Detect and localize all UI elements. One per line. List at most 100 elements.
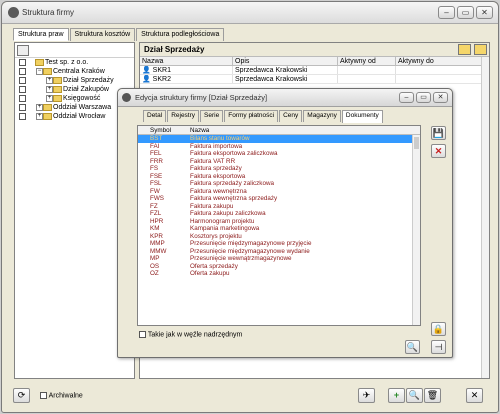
search-icon[interactable]: 🔍 xyxy=(406,388,423,403)
dialog-tab[interactable]: Magazyny xyxy=(303,110,341,122)
list-scrollbar[interactable] xyxy=(412,135,420,325)
tree-checkbox[interactable] xyxy=(19,94,26,102)
doc-symbol: FZL xyxy=(150,210,162,217)
doc-symbol: OS xyxy=(150,262,160,270)
expand-icon[interactable]: + xyxy=(36,103,43,111)
search-icon[interactable]: 🔍 xyxy=(405,340,420,354)
expand-icon[interactable]: + xyxy=(46,85,53,93)
col-aktywny-od[interactable]: Aktywny od xyxy=(338,57,396,65)
row-from xyxy=(338,66,396,74)
folder-icon[interactable] xyxy=(458,44,471,55)
expand-icon[interactable]: + xyxy=(46,76,53,84)
panel-scrollbar[interactable] xyxy=(481,57,489,378)
expand-icon[interactable]: + xyxy=(46,94,53,102)
list-item[interactable]: KM Kampania marketingowa xyxy=(138,225,420,233)
folder-icon xyxy=(43,112,52,120)
row-to xyxy=(396,66,483,74)
expand-icon[interactable]: − xyxy=(36,67,43,75)
tree-node-label: Dział Sprzedaży xyxy=(63,77,114,84)
tree-checkbox[interactable] xyxy=(19,67,26,75)
window-title: Struktura firmy xyxy=(22,8,75,17)
doc-symbol: MMW xyxy=(150,247,167,255)
tree-checkbox[interactable] xyxy=(19,76,26,84)
folder-up-icon[interactable] xyxy=(474,44,487,55)
import-icon[interactable]: ✈ xyxy=(358,388,375,403)
tab-struktura-podleglosciowa[interactable]: Struktura podległościowa xyxy=(136,28,225,41)
list-item[interactable]: HPR Harmonogram projektu xyxy=(138,218,420,226)
documents-list[interactable]: Symbol Nazwa BST Bilans stanu towarów FAI F… xyxy=(137,125,421,326)
col-aktywny-do[interactable]: Aktywny do xyxy=(396,57,483,65)
dialog-title-bar: Edycja struktury firmy [Dział Sprzedaży]… xyxy=(118,89,452,107)
dialog-maximize-button[interactable]: ▭ xyxy=(416,92,431,103)
doc-symbol: FW xyxy=(150,187,160,195)
list-item[interactable]: FRR Faktura VAT RR xyxy=(138,158,420,166)
list-item[interactable]: MP Przesunięcie wewnątrzmagazynowe xyxy=(138,255,420,263)
tree-node[interactable]: Test sp. z o.o. xyxy=(15,58,134,67)
dialog-tab[interactable]: Detal xyxy=(143,110,167,122)
cancel-icon[interactable]: ✕ xyxy=(431,144,446,158)
list-item[interactable]: MMW Przesunięcie międzymagazynowe wydanie xyxy=(138,248,420,256)
expand-icon[interactable]: + xyxy=(36,112,43,120)
add-icon[interactable]: + xyxy=(388,388,405,403)
list-item[interactable]: FEL Faktura eksportowa zaliczkowa xyxy=(138,150,420,158)
list-item[interactable]: FZ Faktura zakupu xyxy=(138,203,420,211)
list-item[interactable]: KPR Kosztorys projektu xyxy=(138,233,420,241)
refresh-icon[interactable]: ⟳ xyxy=(13,388,30,403)
tree-node[interactable]: − Centrala Kraków xyxy=(15,67,134,76)
dialog-minimize-button[interactable]: – xyxy=(399,92,414,103)
list-item[interactable]: FS Faktura sprzedaży xyxy=(138,165,420,173)
tree-node-label: Oddział Wrocław xyxy=(53,113,106,120)
tree-checkbox[interactable] xyxy=(19,112,26,120)
list-item[interactable]: OS Oferta sprzedaży xyxy=(138,263,420,271)
close-button[interactable]: ✕ xyxy=(476,6,493,19)
dialog-tab[interactable]: Formy płatności xyxy=(224,110,279,122)
tree-checkbox[interactable] xyxy=(19,58,26,66)
minimize-button[interactable]: – xyxy=(438,6,455,19)
list-item[interactable]: FAI Faktura importowa xyxy=(138,143,420,151)
table-row[interactable]: 👤 SKR1 Sprzedawca Krakowski xyxy=(140,66,483,75)
pin-icon[interactable]: ⊣ xyxy=(431,340,446,354)
list-item[interactable]: FSL Faktura sprzedaży zaliczkowa xyxy=(138,180,420,188)
doc-name: Oferta zakupu xyxy=(190,270,230,277)
doc-name: Faktura wewnętrzna xyxy=(190,187,247,195)
doc-name: Faktura eksportowa xyxy=(190,172,246,180)
col-nazwa[interactable]: Nazwa xyxy=(140,57,233,65)
dialog-close-button[interactable]: ✕ xyxy=(433,92,448,103)
user-icon: 👤 xyxy=(142,76,151,83)
tree-node[interactable]: + Dział Sprzedaży xyxy=(15,76,134,85)
list-item[interactable]: MMP Przesunięcie międzymagazynowe przyjęc… xyxy=(138,240,420,248)
delete-icon[interactable]: 🗑 xyxy=(424,388,441,403)
tree-node-label: Dział Zakupów xyxy=(63,86,109,93)
inherit-checkbox[interactable] xyxy=(139,331,146,338)
lock-icon[interactable]: 🔒 xyxy=(431,322,446,336)
list-item[interactable]: OZ Oferta zakupu xyxy=(138,270,420,278)
archive-checkbox[interactable] xyxy=(40,392,47,399)
dialog-tab[interactable]: Ceny xyxy=(279,110,303,122)
doc-symbol: OZ xyxy=(150,270,159,277)
tree-view-icon[interactable] xyxy=(17,45,29,56)
doc-name: Faktura eksportowa zaliczkowa xyxy=(190,150,278,157)
folder-icon xyxy=(43,103,52,111)
tab-struktura-praw[interactable]: Struktura praw xyxy=(13,28,69,41)
save-icon[interactable]: 💾 xyxy=(431,126,446,140)
col-opis[interactable]: Opis xyxy=(233,57,338,65)
doc-name: Faktura importowa xyxy=(190,142,243,150)
maximize-button[interactable]: ▭ xyxy=(457,6,474,19)
tree-checkbox[interactable] xyxy=(19,85,26,93)
folder-icon xyxy=(53,85,62,93)
col-nazwa[interactable]: Nazwa xyxy=(190,126,420,134)
doc-name: Faktura sprzedaży xyxy=(190,165,242,172)
list-item[interactable]: BST Bilans stanu towarów xyxy=(138,135,420,143)
dialog-tab[interactable]: Dokumenty xyxy=(341,110,383,123)
list-item[interactable]: FZL Faktura zakupu zaliczkowa xyxy=(138,210,420,218)
dialog-tab[interactable]: Rejestry xyxy=(167,110,200,122)
table-row[interactable]: 👤 SKR2 Sprzedawca Krakowski xyxy=(140,75,483,84)
tree-checkbox[interactable] xyxy=(19,103,26,111)
tab-struktura-kosztow[interactable]: Struktura kosztów xyxy=(69,28,136,41)
col-symbol[interactable]: Symbol xyxy=(147,126,190,134)
list-item[interactable]: FSE Faktura eksportowa xyxy=(138,173,420,181)
list-item[interactable]: FW Faktura wewnętrzna xyxy=(138,188,420,196)
dialog-tab[interactable]: Serie xyxy=(200,110,224,122)
close-icon[interactable]: ✕ xyxy=(466,388,483,403)
list-item[interactable]: FWS Faktura wewnętrzna sprzedaży xyxy=(138,195,420,203)
